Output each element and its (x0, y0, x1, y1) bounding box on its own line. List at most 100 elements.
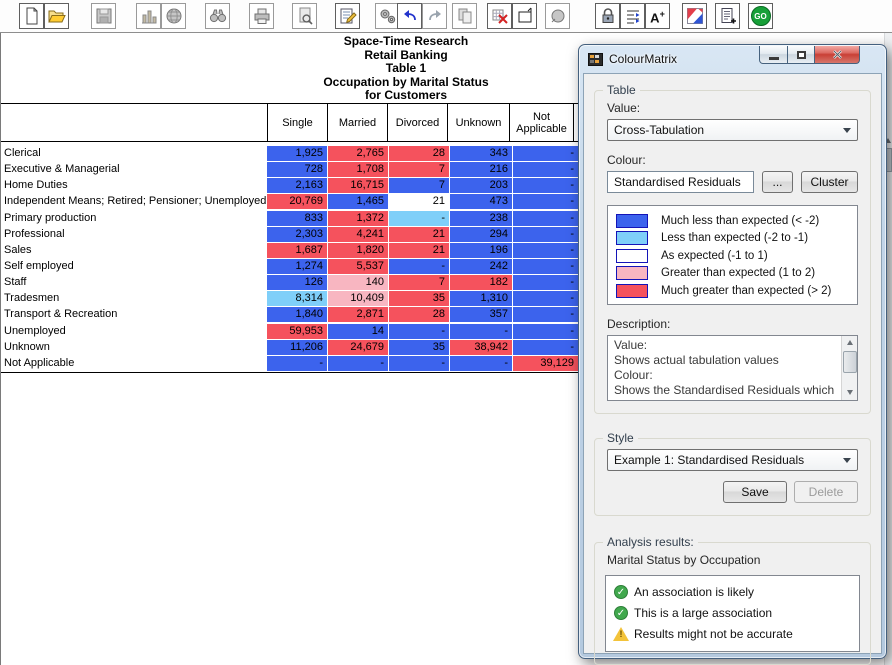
table-cell[interactable]: 357 (450, 307, 512, 322)
table-cell[interactable]: 1,925 (267, 146, 327, 161)
column-header[interactable]: Divorced (387, 104, 447, 141)
table-cell[interactable]: 28 (389, 307, 449, 322)
table-cell[interactable]: - (513, 211, 578, 226)
table-cell[interactable]: 2,163 (267, 178, 327, 193)
table-cell[interactable]: - (513, 243, 578, 258)
row-label[interactable]: Unknown (1, 340, 267, 356)
table-cell[interactable]: 1,708 (328, 162, 388, 177)
row-label[interactable]: Self employed (1, 259, 267, 275)
table-cell[interactable]: 343 (450, 146, 512, 161)
undo-button[interactable] (397, 3, 422, 29)
row-label[interactable]: Home Duties (1, 178, 267, 194)
table-cell[interactable]: 242 (450, 259, 512, 274)
table-cell[interactable]: 59,953 (267, 324, 327, 339)
row-label[interactable]: Professional (1, 227, 267, 243)
table-cell[interactable]: 35 (389, 291, 449, 306)
table-cell[interactable]: 21 (389, 227, 449, 242)
table-cell[interactable]: 38,942 (450, 340, 512, 355)
table-cell[interactable]: 2,765 (328, 146, 388, 161)
row-label[interactable]: Tradesmen (1, 291, 267, 307)
table-cell[interactable]: 11,206 (267, 340, 327, 355)
table-cell[interactable]: - (450, 356, 512, 371)
column-header[interactable]: Unknown (447, 104, 509, 141)
lock-button[interactable] (595, 3, 620, 29)
table-cell[interactable]: 833 (267, 211, 327, 226)
transpose-button[interactable] (512, 3, 537, 29)
table-cell[interactable]: - (389, 324, 449, 339)
cluster-button[interactable]: Cluster (801, 171, 858, 193)
table-cell[interactable]: - (513, 178, 578, 193)
minimize-button[interactable] (759, 46, 788, 64)
style-dropdown[interactable]: Example 1: Standardised Residuals (607, 449, 858, 471)
row-label[interactable]: Unemployed (1, 324, 267, 340)
row-label[interactable]: Staff (1, 275, 267, 291)
table-cell[interactable]: 4,241 (328, 227, 388, 242)
table-cell[interactable]: - (513, 146, 578, 161)
table-cell[interactable]: 28 (389, 146, 449, 161)
table-cell[interactable]: 203 (450, 178, 512, 193)
table-cell[interactable]: - (513, 162, 578, 177)
edit-table-button[interactable] (335, 3, 360, 29)
table-cell[interactable]: - (513, 259, 578, 274)
colour-matrix-button[interactable] (682, 3, 707, 29)
table-cell[interactable]: 1,274 (267, 259, 327, 274)
table-cell[interactable]: - (389, 211, 449, 226)
table-cell[interactable]: 294 (450, 227, 512, 242)
table-cell[interactable]: 5,537 (328, 259, 388, 274)
column-header[interactable]: Single (267, 104, 327, 141)
colour-input[interactable]: Standardised Residuals (607, 171, 754, 193)
column-header[interactable]: Married (327, 104, 387, 141)
table-cell[interactable]: - (513, 324, 578, 339)
row-label[interactable]: Independent Means; Retired; Pensioner; U… (1, 194, 267, 210)
table-cell[interactable]: - (389, 356, 449, 371)
table-cell[interactable]: 21 (389, 243, 449, 258)
table-cell[interactable]: 1,840 (267, 307, 327, 322)
table-cell[interactable]: - (513, 340, 578, 355)
table-cell[interactable]: 2,303 (267, 227, 327, 242)
table-cell[interactable]: 238 (450, 211, 512, 226)
table-cell[interactable]: 2,871 (328, 307, 388, 322)
table-cell[interactable]: 35 (389, 340, 449, 355)
font-size-button[interactable]: A+ (645, 3, 670, 29)
value-dropdown[interactable]: Cross-Tabulation (607, 119, 858, 141)
table-cell[interactable]: - (328, 356, 388, 371)
table-cell[interactable]: 7 (389, 162, 449, 177)
table-cell[interactable]: 1,465 (328, 194, 388, 209)
row-label[interactable]: Executive & Managerial (1, 162, 267, 178)
open-folder-button[interactable] (44, 3, 69, 29)
table-cell[interactable]: 8,314 (267, 291, 327, 306)
new-document-button[interactable] (19, 3, 44, 29)
table-cell[interactable]: - (513, 291, 578, 306)
table-cell[interactable]: 196 (450, 243, 512, 258)
table-cell[interactable]: - (513, 227, 578, 242)
description-scroll-thumb[interactable] (843, 351, 857, 373)
table-cell[interactable]: 39,129 (513, 356, 578, 371)
table-cell[interactable]: 24,679 (328, 340, 388, 355)
description-scrollbar[interactable] (841, 336, 857, 400)
save-button[interactable]: Save (723, 481, 787, 503)
table-cell[interactable]: 20,769 (267, 194, 327, 209)
table-cell[interactable]: - (513, 275, 578, 290)
table-cell[interactable]: - (389, 259, 449, 274)
row-label[interactable]: Sales (1, 243, 267, 259)
table-cell[interactable]: 1,687 (267, 243, 327, 258)
table-cell[interactable]: 182 (450, 275, 512, 290)
table-cell[interactable]: 140 (328, 275, 388, 290)
row-label[interactable]: Clerical (1, 146, 267, 162)
go-button[interactable]: GO (748, 3, 773, 29)
table-cell[interactable]: 16,715 (328, 178, 388, 193)
table-cell[interactable]: 126 (267, 275, 327, 290)
row-label[interactable]: Transport & Recreation (1, 307, 267, 323)
scroll-down-icon[interactable] (842, 386, 857, 400)
row-label[interactable]: Not Applicable (1, 356, 267, 372)
table-cell[interactable]: - (513, 307, 578, 322)
table-cell[interactable]: 7 (389, 178, 449, 193)
table-cell[interactable]: 728 (267, 162, 327, 177)
maximize-button[interactable] (788, 46, 815, 64)
add-summary-button[interactable] (715, 3, 740, 29)
field-options-button[interactable] (620, 3, 645, 29)
table-cell[interactable]: 216 (450, 162, 512, 177)
table-cell[interactable]: 10,409 (328, 291, 388, 306)
row-label[interactable]: Primary production (1, 211, 267, 227)
close-button[interactable] (815, 46, 860, 64)
